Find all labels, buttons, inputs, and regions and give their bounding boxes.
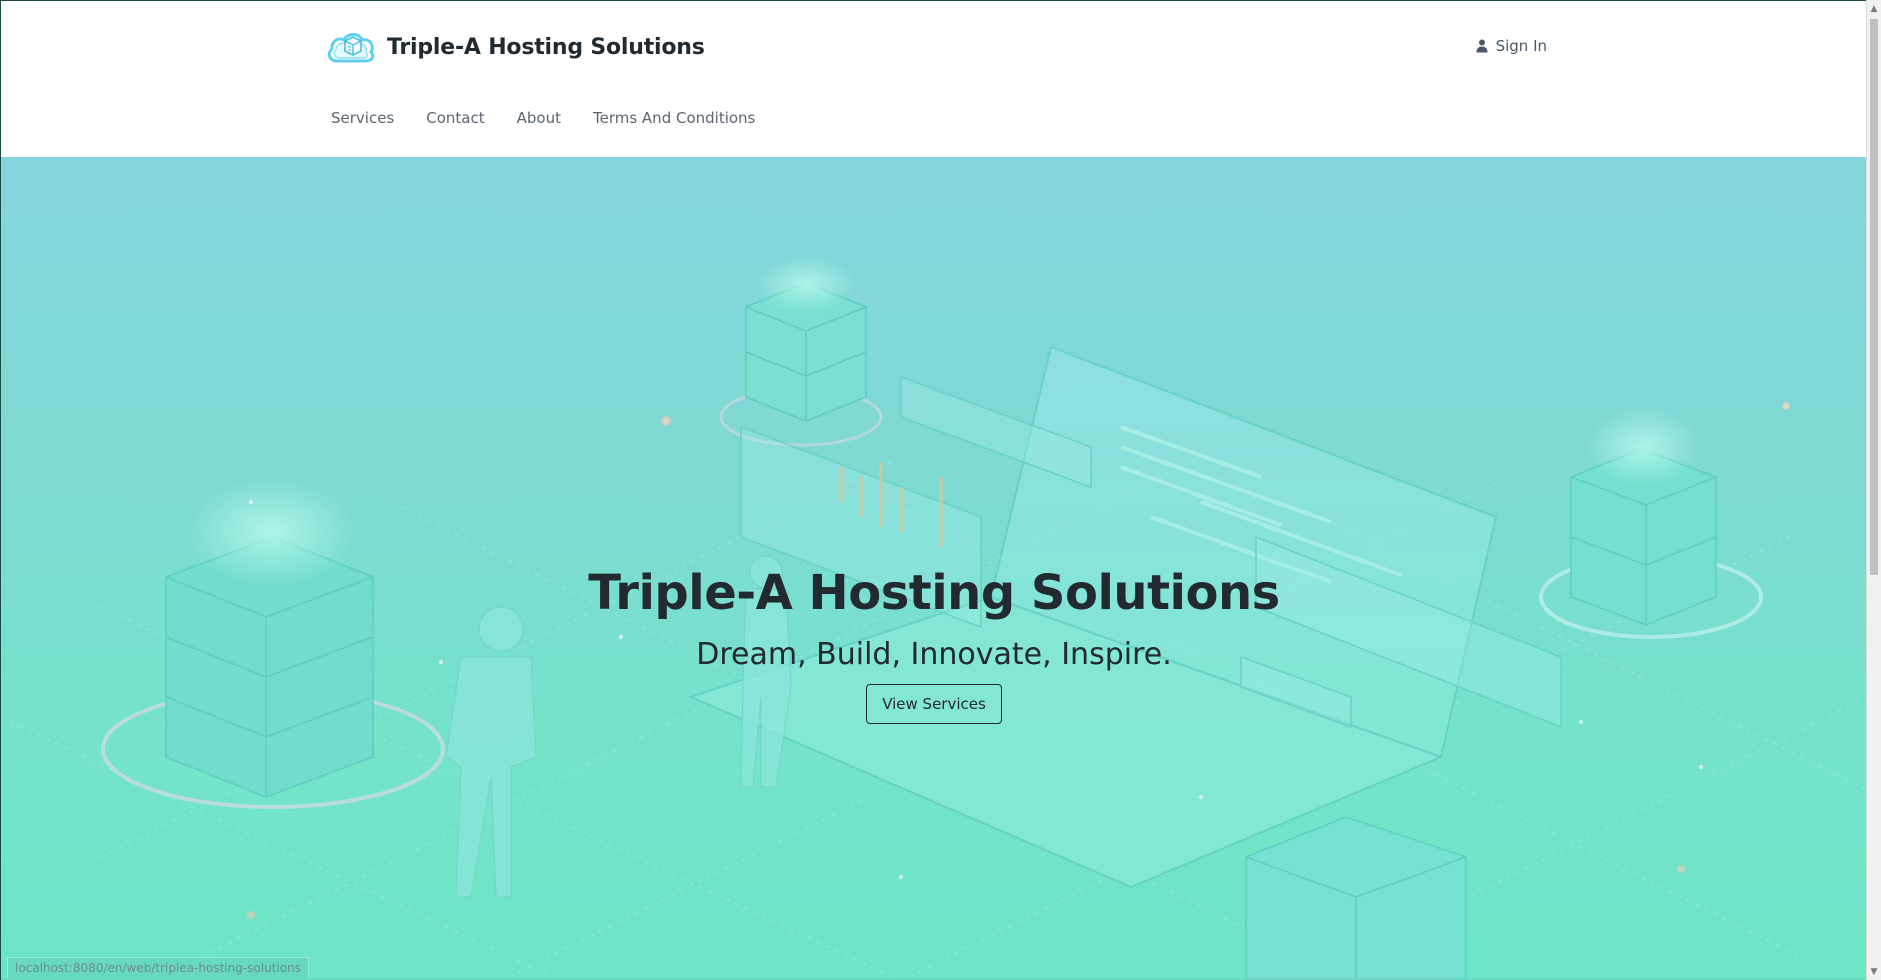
hero-subtitle: Dream, Build, Innovate, Inspire. [696,637,1172,672]
nav-services[interactable]: Services [331,109,394,127]
scrollbar-thumb[interactable] [1870,19,1878,575]
brand[interactable]: Triple-A Hosting Solutions [325,25,705,69]
nav-contact[interactable]: Contact [426,109,484,127]
status-bar-url: localhost:8080/en/web/triplea-hosting-so… [7,957,309,979]
sign-in-label: Sign In [1495,37,1547,55]
cloud-server-logo-icon [327,32,375,63]
sign-in-link[interactable]: Sign In [1476,37,1547,55]
site-header: Triple-A Hosting Solutions Sign In Servi… [1,1,1866,157]
nav-terms-and-conditions[interactable]: Terms And Conditions [593,109,755,127]
view-services-button[interactable]: View Services [866,684,1002,724]
vertical-scrollbar[interactable]: ▲ ▼ [1866,0,1881,980]
hero-content: Triple-A Hosting Solutions Dream, Build,… [1,565,1866,724]
hero-banner: Triple-A Hosting Solutions Dream, Build,… [1,157,1866,980]
nav-about[interactable]: About [517,109,561,127]
main-nav: Services Contact About Terms And Conditi… [331,109,755,127]
scroll-down-arrow-icon[interactable]: ▼ [1867,963,1881,980]
browser-viewport: Triple-A Hosting Solutions Sign In Servi… [0,0,1866,980]
brand-name: Triple-A Hosting Solutions [387,34,705,60]
scroll-up-arrow-icon[interactable]: ▲ [1867,0,1881,17]
user-icon [1476,39,1488,53]
hero-title: Triple-A Hosting Solutions [588,565,1280,621]
